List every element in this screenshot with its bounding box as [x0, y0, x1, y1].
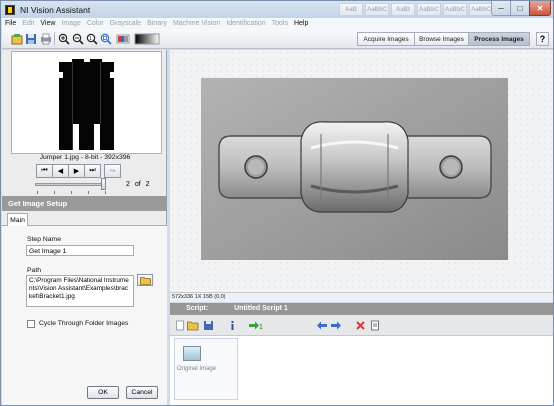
save-icon[interactable] — [25, 32, 37, 45]
menu-color[interactable]: Color — [84, 20, 107, 27]
zoom-in-icon[interactable] — [58, 32, 70, 45]
menu-identification[interactable]: Identification — [223, 20, 268, 27]
image-slider-thumb[interactable] — [101, 178, 106, 190]
process-images-button[interactable]: Process Images — [468, 32, 530, 46]
bracket-image-icon — [201, 78, 508, 260]
app-logo-icon — [5, 4, 15, 15]
setup-tabs: Main — [2, 213, 167, 227]
run-once-icon[interactable]: 1 — [248, 319, 264, 331]
menu-help[interactable]: Help — [291, 20, 311, 27]
acquire-icon[interactable] — [11, 32, 23, 45]
script-header: Script: Untitled Script 1 — [170, 303, 553, 315]
ghost-style: AaBbC — [417, 3, 441, 16]
close-image-button[interactable]: ↪ — [104, 164, 121, 178]
image-status-bar: 572x336 1X 15B (0,0) — [170, 292, 553, 302]
menu-file[interactable]: File — [2, 20, 19, 27]
previous-image-button[interactable]: ◀ — [52, 164, 69, 178]
image-info-caption: Jumper 1.jpg - 8-bit - 392x396 — [39, 154, 131, 161]
step-label: Original Image — [177, 366, 217, 372]
title-bar: NI Vision Assistant AaB AaBbC AaBt AaBbC… — [1, 1, 553, 18]
next-image-button[interactable]: ▶ — [68, 164, 85, 178]
path-field[interactable]: C:\Program Files\National Instruments\Vi… — [26, 275, 134, 307]
script-step-original-image[interactable]: Original Image — [174, 338, 238, 400]
ghost-style: AaBbC — [469, 3, 493, 16]
info-icon[interactable] — [226, 319, 238, 331]
image-thumbnail[interactable] — [11, 51, 162, 154]
first-image-button[interactable]: ⏮ — [36, 164, 53, 178]
zoom-1to1-icon[interactable] — [100, 32, 112, 45]
save-script-icon[interactable] — [202, 319, 214, 331]
menu-image[interactable]: Image — [58, 20, 83, 27]
toolbar-separator — [54, 32, 55, 45]
setup-panel-title: Get Image Setup — [2, 196, 167, 211]
palette-icon[interactable] — [116, 32, 130, 45]
properties-icon[interactable] — [369, 319, 381, 331]
svg-text:1: 1 — [259, 324, 263, 331]
main-toolbar: 1 Acquire Images Browse Images Process I… — [2, 29, 553, 49]
cycle-folder-checkbox[interactable] — [27, 320, 35, 328]
cancel-button[interactable]: Cancel — [126, 386, 158, 399]
gradient-icon[interactable] — [133, 32, 161, 45]
path-label: Path — [27, 267, 41, 274]
step-name-label: Step Name — [27, 236, 62, 243]
tab-main[interactable]: Main — [7, 213, 28, 227]
total-pages: 2 — [145, 181, 150, 188]
script-steps-area[interactable]: Original Image — [170, 336, 553, 405]
step-name-field[interactable]: Get Image 1 — [26, 245, 134, 256]
background-window-ribbon: AaB AaBbC AaBt AaBbC AaBbC AaBbC — [339, 3, 493, 16]
maximize-button[interactable]: □ — [510, 1, 530, 16]
slider-ticks — [37, 191, 107, 194]
current-page: 2 — [126, 181, 130, 188]
window-title: NI Vision Assistant — [20, 4, 91, 15]
ghost-style: AaBbC — [443, 3, 467, 16]
minimize-button[interactable]: ─ — [491, 1, 511, 16]
image-slider-track[interactable] — [35, 183, 105, 186]
script-toolbar: 1 — [170, 315, 553, 336]
menu-view[interactable]: View — [37, 20, 58, 27]
menu-bar: File Edit View Image Color Grayscale Bin… — [2, 18, 553, 29]
image-step-icon — [183, 346, 201, 361]
move-left-icon[interactable] — [316, 319, 328, 331]
menu-grayscale[interactable]: Grayscale — [107, 20, 145, 27]
zoom-out-icon[interactable] — [72, 32, 84, 45]
acquire-images-button[interactable]: Acquire Images — [357, 32, 415, 46]
app-window: NI Vision Assistant AaB AaBbC AaBt AaBbC… — [0, 0, 554, 406]
image-navigation: ⏮ ◀ ▶ ⏭ ↪ — [36, 164, 121, 178]
ghost-style: AaBt — [391, 3, 415, 16]
menu-edit[interactable]: Edit — [19, 20, 37, 27]
last-image-button[interactable]: ⏭ — [84, 164, 101, 178]
close-button[interactable]: ✕ — [529, 1, 551, 16]
jumper-thumbnail-icon — [59, 59, 114, 150]
zoom-fit-icon[interactable]: 1 — [86, 32, 98, 45]
folder-icon — [139, 276, 151, 285]
move-right-icon[interactable] — [330, 319, 342, 331]
menu-machine-vision[interactable]: Machine Vision — [170, 20, 223, 27]
left-pane: Jumper 1.jpg - 8-bit - 392x396 ⏮ ◀ ▶ ⏭ ↪… — [2, 50, 167, 405]
ok-button[interactable]: OK — [87, 386, 119, 399]
browse-folder-button[interactable] — [137, 274, 153, 286]
svg-text:1: 1 — [89, 36, 92, 42]
script-label: Script: — [186, 305, 209, 312]
cycle-folder-label: Cycle Through Folder Images — [39, 320, 129, 327]
help-icon[interactable]: ? — [536, 32, 549, 46]
print-icon[interactable] — [40, 32, 52, 45]
delete-step-icon[interactable] — [354, 319, 366, 331]
new-script-icon[interactable] — [174, 319, 186, 331]
bracket-photo[interactable] — [201, 78, 508, 260]
image-display-area[interactable] — [170, 50, 553, 292]
ghost-style: AaB — [339, 3, 363, 16]
browse-images-button[interactable]: Browse Images — [414, 32, 469, 46]
page-indicator: 2 of 2 — [126, 181, 150, 188]
open-script-icon[interactable] — [187, 319, 199, 331]
menu-binary[interactable]: Binary — [144, 20, 170, 27]
ghost-style: AaBbC — [365, 3, 389, 16]
script-name: Untitled Script 1 — [234, 305, 288, 312]
menu-tools[interactable]: Tools — [269, 20, 291, 27]
page-of-label: of — [134, 181, 141, 188]
